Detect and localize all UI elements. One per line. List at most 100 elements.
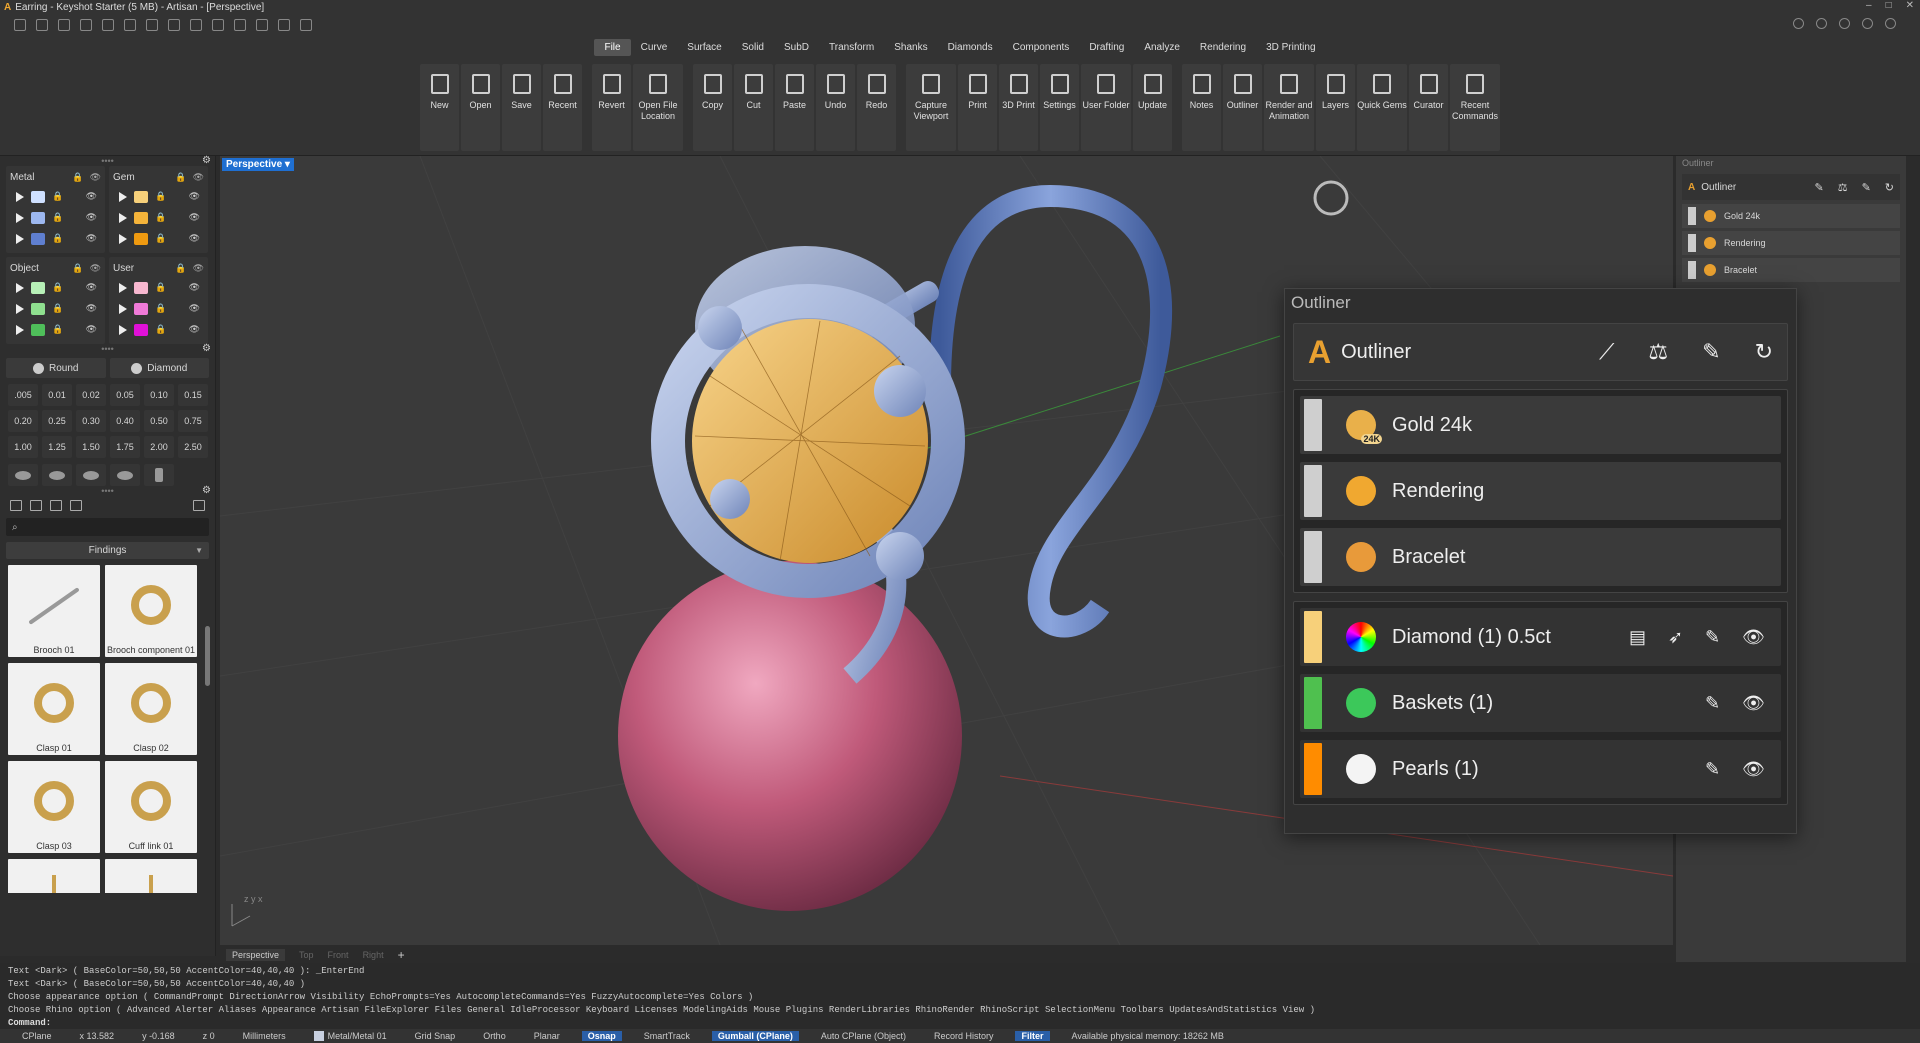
smarttrack-toggle[interactable]: SmartTrack xyxy=(630,1031,704,1041)
outliner-object-item[interactable]: Diamond (1) 0.5ct ▤ ➶ ✎ 👁 xyxy=(1300,608,1781,666)
undo-button[interactable]: Undo xyxy=(816,64,855,151)
library-item[interactable]: Cuff link 01 xyxy=(105,761,197,853)
prong-2[interactable] xyxy=(874,365,926,417)
scale-icon[interactable]: ⚖ xyxy=(1838,181,1848,194)
lock-icon[interactable]: 🔒 xyxy=(155,282,166,293)
pencil-icon[interactable]: ✎ xyxy=(1705,627,1720,648)
gem-size-button[interactable]: 2.00 xyxy=(144,436,174,458)
settings-gear-icon[interactable] xyxy=(300,19,312,31)
gem-size-button[interactable]: 0.10 xyxy=(144,384,174,406)
menu-transform[interactable]: Transform xyxy=(819,39,884,56)
print-button[interactable]: Print xyxy=(958,64,997,151)
gem-material-row[interactable]: 🔒 👁 xyxy=(113,207,204,228)
eye-icon[interactable]: 👁 xyxy=(1742,759,1765,780)
menu-file[interactable]: File xyxy=(594,39,631,56)
eye-icon[interactable]: 👁 xyxy=(189,324,200,335)
library-item[interactable]: Brooch component 01 xyxy=(105,565,197,657)
gem-size-button[interactable]: 1.50 xyxy=(76,436,106,458)
lock-icon[interactable]: 🔒 xyxy=(155,191,166,202)
library-item[interactable]: Clasp 03 xyxy=(8,761,100,853)
select-icon[interactable]: ➶ xyxy=(1668,627,1683,648)
eye-icon[interactable]: 👁 xyxy=(1742,693,1765,714)
lock-icon[interactable]: 🔒 xyxy=(155,212,166,223)
gem-size-button[interactable]: 0.40 xyxy=(110,410,140,432)
gem-size-button[interactable]: 1.00 xyxy=(8,436,38,458)
menu-3d-printing[interactable]: 3D Printing xyxy=(1256,39,1325,56)
menu-drafting[interactable]: Drafting xyxy=(1079,39,1134,56)
color-swatch[interactable] xyxy=(31,323,45,336)
user-folder-button[interactable]: User Folder xyxy=(1081,64,1131,151)
refresh-icon[interactable]: ↻ xyxy=(1885,181,1894,194)
ortho-toggle[interactable]: Ortho xyxy=(469,1031,520,1041)
object-material-row[interactable]: 🔒 👁 xyxy=(10,319,101,340)
pencil-icon[interactable]: ✎ xyxy=(1705,693,1720,714)
menu-curve[interactable]: Curve xyxy=(631,39,678,56)
refresh-icon[interactable] xyxy=(193,500,205,511)
grid-icon[interactable] xyxy=(70,500,82,511)
ring-view-icon[interactable] xyxy=(1313,180,1349,216)
help-icon[interactable] xyxy=(1793,18,1804,29)
cut-pear-icon[interactable] xyxy=(110,464,140,486)
new-template-icon[interactable] xyxy=(36,19,48,31)
eye-icon[interactable]: 👁 xyxy=(189,233,200,244)
eye-icon[interactable]: 👁 xyxy=(86,212,97,223)
tab-top[interactable]: Top xyxy=(299,950,314,960)
play-icon[interactable] xyxy=(119,282,127,293)
library-item[interactable]: Brooch 01 xyxy=(8,565,100,657)
user-material-row[interactable]: 🔒 👁 xyxy=(113,277,204,298)
filter-toggle[interactable]: Filter xyxy=(1015,1031,1050,1041)
minimize-button[interactable]: – xyxy=(1866,0,1872,11)
paste-button[interactable]: Paste xyxy=(775,64,814,151)
gem-material-row[interactable]: 🔒 👁 xyxy=(113,186,204,207)
pencil-icon[interactable]: ✎ xyxy=(1862,181,1871,194)
menu-rendering[interactable]: Rendering xyxy=(1190,39,1256,56)
panel-grip[interactable]: •••• ⚙ xyxy=(0,485,215,496)
recent-button[interactable]: Recent xyxy=(543,64,582,151)
copy-button[interactable]: Copy xyxy=(693,64,732,151)
panel-grip[interactable]: •••• ⚙ xyxy=(0,343,215,354)
play-icon[interactable] xyxy=(119,324,127,335)
open-file-location-button[interactable]: Open File Location xyxy=(633,64,683,151)
new-button[interactable]: New xyxy=(420,64,459,151)
eye-icon[interactable]: 👁 xyxy=(86,282,97,293)
lock-icon[interactable]: 🔒 xyxy=(52,191,63,202)
eye-icon[interactable]: 👁 xyxy=(90,172,101,183)
gem-size-button[interactable]: 2.50 xyxy=(178,436,208,458)
outliner-object-item[interactable]: Pearls (1) ✎ 👁 xyxy=(1300,740,1781,798)
gem-size-button[interactable]: 0.02 xyxy=(76,384,106,406)
color-swatch[interactable] xyxy=(134,190,148,203)
gem-material-row[interactable]: 🔒 👁 xyxy=(113,228,204,249)
eyedropper-icon[interactable]: ✎ xyxy=(1814,181,1823,194)
outliner-material-item[interactable]: Rendering xyxy=(1300,462,1781,520)
outliner-material-item[interactable]: 24K Gold 24k xyxy=(1300,396,1781,454)
user-material-row[interactable]: 🔒 👁 xyxy=(113,298,204,319)
properties-icon[interactable]: ▤ xyxy=(1629,627,1646,648)
play-icon[interactable] xyxy=(16,233,24,244)
viewport-label-dropdown[interactable]: Perspective ▾ xyxy=(222,158,294,171)
eye-icon[interactable]: 👁 xyxy=(86,233,97,244)
gear-icon[interactable]: ⚙ xyxy=(202,343,211,354)
curve-tool-icon[interactable] xyxy=(212,19,224,31)
round-shape-button[interactable]: Round xyxy=(6,358,106,378)
gear-icon[interactable]: ⚙ xyxy=(202,485,211,496)
new-icon[interactable] xyxy=(14,19,26,31)
eye-icon[interactable]: 👁 xyxy=(86,324,97,335)
tab-front[interactable]: Front xyxy=(328,950,349,960)
play-icon[interactable] xyxy=(119,233,127,244)
eye-icon[interactable]: 👁 xyxy=(189,191,200,202)
color-swatch[interactable] xyxy=(31,302,45,315)
current-layer[interactable]: Metal/Metal 01 xyxy=(300,1031,401,1042)
scale-icon[interactable]: ⚖ xyxy=(1648,339,1668,365)
color-swatch[interactable] xyxy=(134,232,148,245)
revert-button[interactable]: Revert xyxy=(592,64,631,151)
lock-icon[interactable]: 🔒 xyxy=(155,233,166,244)
save-icon[interactable] xyxy=(146,19,158,31)
eyedropper-icon[interactable]: ⟋ xyxy=(1599,339,1614,365)
add-viewport-tab[interactable]: + xyxy=(398,948,405,962)
lock-icon[interactable]: 🔒 xyxy=(52,303,63,314)
right-outliner-item[interactable]: Rendering xyxy=(1682,231,1900,255)
open-folder-icon[interactable] xyxy=(80,19,92,31)
object-material-row[interactable]: 🔒 👁 xyxy=(10,298,101,319)
update-button[interactable]: Update xyxy=(1133,64,1172,151)
lock-icon[interactable]: 🔒 xyxy=(175,263,186,274)
